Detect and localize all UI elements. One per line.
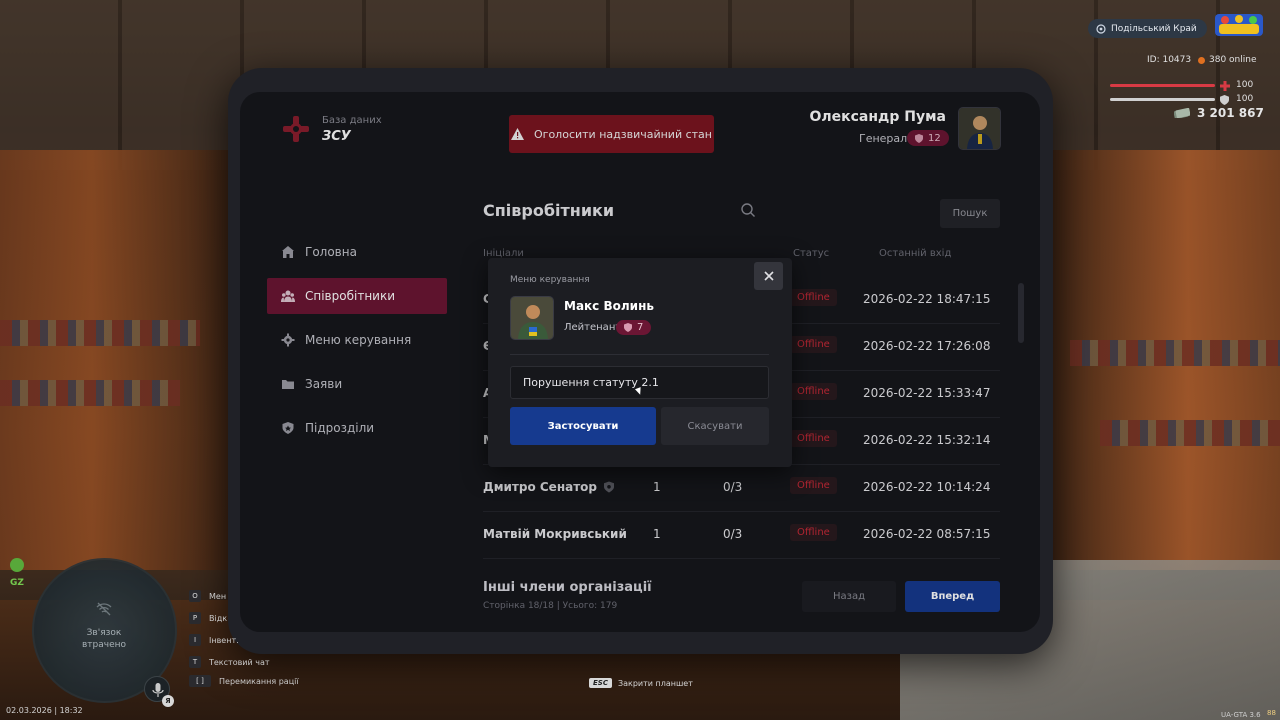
version-label: UA-GTA 3.6	[1221, 711, 1261, 719]
server-name: Подільський Край	[1111, 23, 1197, 34]
date-time: 02.03.2026 | 18:32	[6, 706, 83, 715]
hotkey-label: Перемикання рації	[219, 676, 299, 686]
apply-button[interactable]: Застосувати	[510, 407, 656, 445]
hotkey-label: Інвент.	[209, 635, 239, 645]
online-count: 380 online	[1198, 55, 1257, 65]
background-bunk	[1070, 340, 1280, 366]
armor-bar	[1110, 98, 1215, 101]
hotkey-key: I	[189, 634, 201, 646]
close-button[interactable]	[754, 262, 783, 290]
health-value: 100	[1236, 80, 1254, 90]
online-dot-icon	[1198, 56, 1205, 64]
hotkey-hint: T Текстовий чат	[189, 656, 270, 668]
close-tablet-hint: ESC Закрити планшет	[589, 678, 693, 688]
hotkey-hint: P Відк	[189, 612, 227, 624]
modal-title: Меню керування	[510, 275, 590, 285]
connection-lost-text: Зв'язок втрачено	[81, 628, 127, 650]
server-badge: Подільський Край	[1088, 19, 1207, 38]
hotkey-key: O	[189, 590, 201, 602]
zone-status-icon	[10, 558, 24, 572]
player-id: ID: 10473	[1147, 55, 1192, 65]
shield-icon	[624, 323, 632, 332]
money-value: 3 201 867	[1197, 106, 1264, 120]
no-signal-icon	[96, 602, 112, 616]
employee-rank: Лейтенант	[564, 322, 622, 333]
online-count-text: 380 online	[1209, 55, 1257, 65]
close-tablet-label: Закрити планшет	[617, 678, 693, 688]
fps-counter: 88	[1267, 709, 1276, 717]
employee-name: Макс Волинь	[564, 299, 654, 313]
hotkey-hint: I Інвент.	[189, 634, 239, 646]
money-icon	[1174, 108, 1190, 118]
esc-key: ESC	[589, 678, 612, 688]
hotkey-hint: O Мен	[189, 590, 226, 602]
hotkey-key: T	[189, 656, 201, 668]
close-icon	[763, 271, 774, 281]
modal-divider	[510, 354, 769, 355]
server-icon	[1096, 23, 1106, 34]
employee-avatar	[510, 296, 554, 340]
hotkey-label: Текстовий чат	[209, 657, 270, 667]
hotkey-hint: [ ] Перемикання рації	[189, 675, 299, 687]
background-wall-left	[0, 150, 230, 570]
health-icon	[1220, 81, 1230, 91]
armor-value: 100	[1236, 94, 1254, 104]
mic-key-badge: Я	[162, 695, 174, 707]
background-bunk	[1100, 420, 1280, 446]
employee-rank-badge: 7	[616, 320, 652, 335]
hotkey-label: Мен	[209, 591, 227, 601]
hotkey-key: P	[189, 612, 201, 624]
armor-bar-fill	[1110, 98, 1215, 101]
hotkey-label: Відк	[209, 613, 228, 623]
game-logo-icon	[1215, 14, 1263, 36]
background-bunk	[0, 320, 200, 346]
green-zone-label: GZ	[10, 578, 24, 588]
employee-rank-level: 7	[637, 322, 644, 333]
employee-portrait-icon	[511, 297, 553, 339]
hotkey-key: [ ]	[189, 675, 211, 687]
armor-icon	[1220, 95, 1229, 105]
health-bar	[1110, 84, 1215, 87]
background-bunk	[0, 380, 180, 406]
cancel-button[interactable]: Скасувати	[661, 407, 769, 445]
health-bar-fill	[1110, 84, 1215, 87]
